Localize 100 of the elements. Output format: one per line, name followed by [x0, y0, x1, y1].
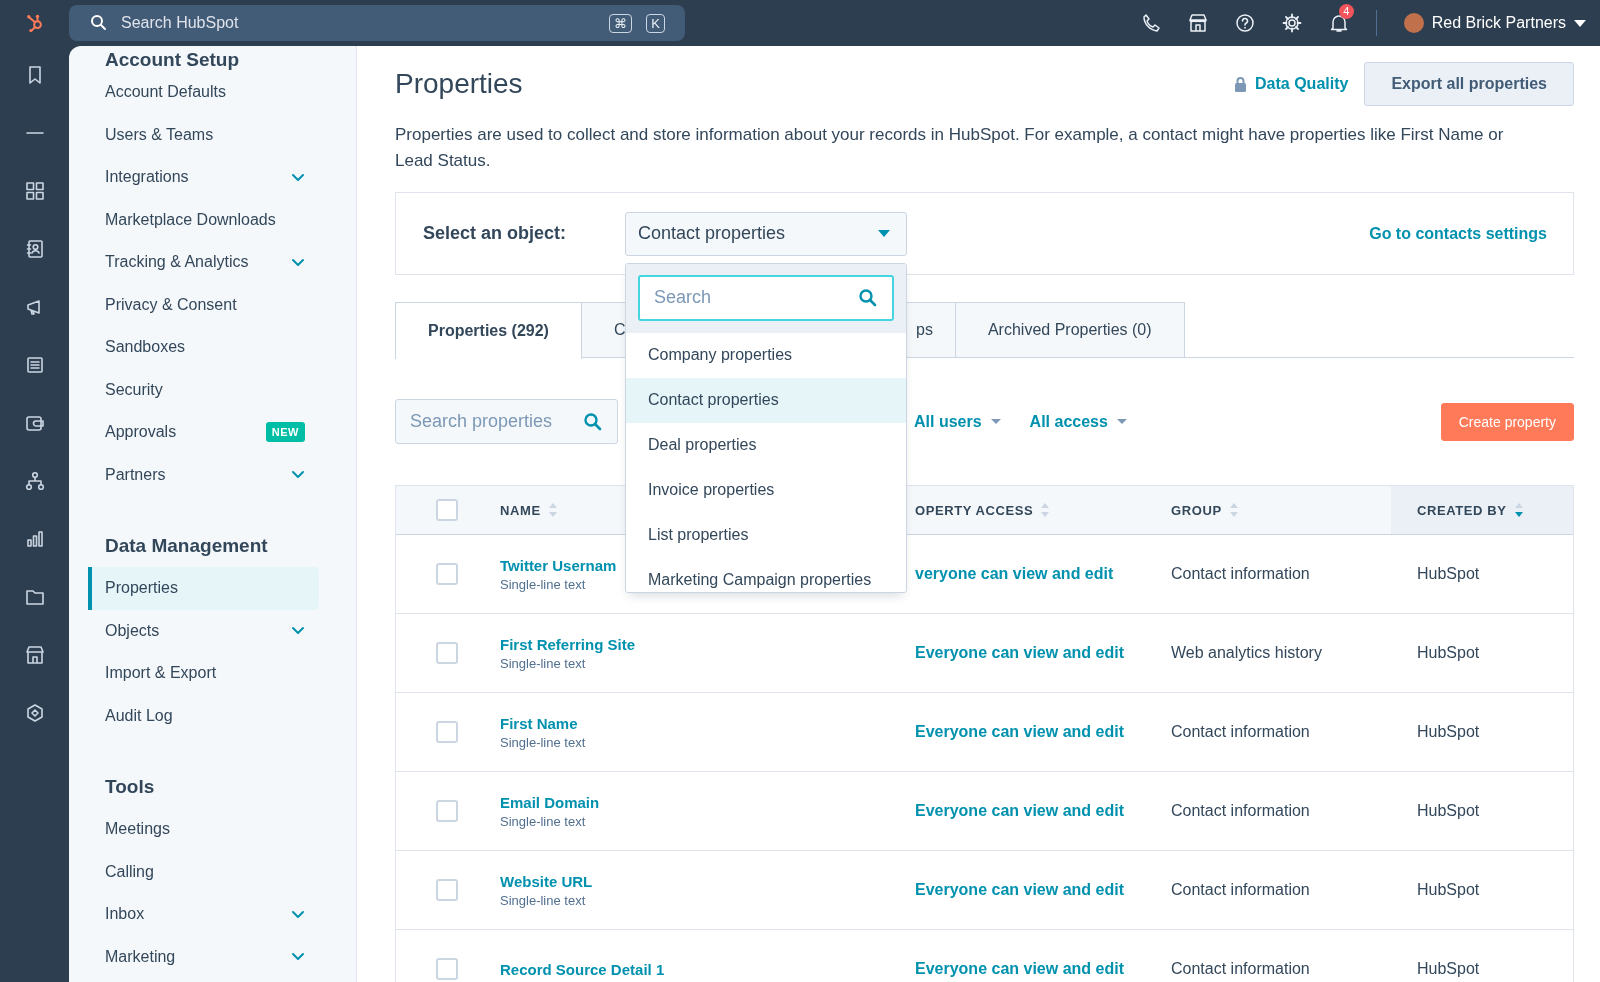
export-button[interactable]: Export all properties [1364, 62, 1574, 106]
sidebar-item[interactable]: Marketplace Downloads [88, 198, 319, 241]
search-bar[interactable]: Search HubSpot ⌘ K [69, 5, 685, 41]
checkbox[interactable] [436, 642, 458, 664]
filter-dropdown[interactable]: All access [1029, 412, 1128, 431]
network-icon[interactable] [24, 471, 45, 491]
account-menu[interactable]: Red Brick Partners [1403, 13, 1586, 33]
dropdown-option[interactable]: Invoice properties [626, 467, 906, 513]
phone-icon[interactable] [1140, 13, 1161, 33]
checkbox[interactable] [436, 499, 458, 521]
access-link[interactable]: Everyone can view and edit [915, 644, 1124, 661]
property-type: Single-line text [500, 892, 586, 908]
access-link[interactable]: veryone can view and edit [915, 565, 1114, 582]
shortcut-key: K [646, 13, 665, 33]
sidebar-item[interactable]: Security [88, 368, 319, 411]
column-header[interactable]: CREATED BY [1417, 502, 1507, 518]
access-link[interactable]: Everyone can view and edit [915, 960, 1124, 977]
table-cell: Web analytics history [1171, 644, 1322, 661]
bar-chart-icon[interactable] [24, 529, 45, 549]
property-name-link[interactable]: Twitter Usernam [500, 556, 617, 574]
checkbox[interactable] [436, 721, 458, 743]
search-box[interactable]: Search [638, 274, 894, 321]
store-icon[interactable] [24, 645, 45, 665]
grid-icon[interactable] [24, 181, 45, 201]
section-heading: Tools [104, 774, 156, 799]
section-heading: Account Setup [104, 48, 241, 71]
dropdown-option[interactable]: Marketing Campaign properties [626, 557, 906, 592]
table-cell: Contact information [1171, 723, 1310, 740]
table-cell: HubSpot [1417, 723, 1480, 740]
dropdown-option[interactable]: Company properties [626, 332, 906, 378]
column-header[interactable]: NAME [500, 502, 541, 518]
sidebar-item[interactable]: Audit Log [88, 694, 319, 737]
hexagon-icon[interactable] [24, 703, 45, 723]
search-field[interactable]: Search properties [408, 410, 583, 433]
data-quality-link[interactable]: Data Quality [1234, 75, 1349, 93]
tab[interactable]: Archived Properties (0) [954, 302, 1185, 357]
logo-icon[interactable] [24, 13, 45, 33]
object-select[interactable]: Contact properties [625, 211, 907, 256]
chevron-icon [291, 172, 305, 182]
sidebar-item[interactable]: Objects [88, 609, 319, 652]
document-icon[interactable] [24, 355, 45, 375]
sidebar-item[interactable]: Account Defaults [88, 71, 319, 114]
dropdown-option[interactable]: Deal properties [626, 422, 906, 468]
sidebar-item[interactable]: Import & Export [88, 652, 319, 695]
page-title: Properties [395, 68, 523, 100]
sort-icon[interactable] [1514, 503, 1523, 517]
caret-icon [878, 230, 890, 237]
wallet-icon[interactable] [24, 413, 45, 433]
property-name-link[interactable]: Record Source Detail 1 [500, 960, 665, 978]
access-link[interactable]: Everyone can view and edit [915, 881, 1124, 898]
property-name-link[interactable]: First Name [500, 714, 578, 732]
bell-icon[interactable] [1328, 13, 1349, 33]
sidebar-item[interactable]: Approvals NEW [88, 411, 319, 454]
sidebar-item[interactable]: Properties [88, 567, 319, 610]
sidebar-item[interactable]: Marketing [88, 935, 319, 978]
search-field[interactable]: Search HubSpot [119, 13, 596, 33]
access-link[interactable]: Everyone can view and edit [915, 802, 1124, 819]
sidebar-item[interactable]: Privacy & Consent [88, 283, 319, 326]
dropdown-option[interactable]: Contact properties [626, 377, 906, 423]
property-name-link[interactable]: Website URL [500, 872, 593, 890]
shortcut-key: ⌘ [609, 13, 633, 33]
sidebar-item[interactable]: Sandboxes [88, 326, 319, 369]
chevron-icon [291, 626, 305, 636]
property-name-link[interactable]: Email Domain [500, 793, 600, 811]
table-cell: HubSpot [1417, 960, 1480, 977]
property-name-link[interactable]: First Referring Site [500, 635, 636, 653]
settings-link[interactable]: Go to contacts settings [1369, 224, 1547, 243]
column-header[interactable]: OPERTY ACCESS [915, 502, 1034, 518]
dropdown-option[interactable]: List properties [626, 512, 906, 558]
sidebar-item[interactable]: Meetings [88, 808, 319, 851]
settings-icon[interactable] [1281, 13, 1302, 33]
contacts-icon[interactable] [24, 239, 45, 259]
tab[interactable]: Properties (292) [395, 302, 582, 359]
chevron-icon [291, 952, 305, 962]
property-type: Single-line text [500, 813, 586, 829]
property-type: Single-line text [500, 734, 586, 750]
filter-dropdown[interactable]: All users [914, 412, 1002, 431]
table-cell: HubSpot [1417, 565, 1480, 582]
avatar-icon [1403, 13, 1424, 33]
caret-icon [1574, 19, 1586, 27]
checkbox[interactable] [436, 958, 458, 980]
checkbox[interactable] [436, 879, 458, 901]
help-icon[interactable] [1234, 13, 1255, 33]
sidebar-item[interactable]: Tracking & Analytics [88, 241, 319, 284]
store-icon[interactable] [1187, 13, 1208, 33]
sidebar-item[interactable]: Calling [88, 850, 319, 893]
search-box[interactable]: Search properties [395, 399, 618, 444]
new-badge: NEW [265, 422, 305, 443]
folder-icon[interactable] [24, 587, 45, 607]
sidebar-item[interactable]: Users & Teams [88, 113, 319, 156]
checkbox[interactable] [436, 563, 458, 585]
access-link[interactable]: Everyone can view and edit [915, 723, 1124, 740]
property-type: Single-line text [500, 655, 586, 671]
table-cell: HubSpot [1417, 644, 1480, 661]
sidebar-item[interactable]: Inbox [88, 893, 319, 936]
column-header[interactable]: GROUP [1171, 502, 1222, 518]
table-cell: Contact information [1171, 802, 1310, 819]
sidebar-item[interactable]: Integrations [88, 156, 319, 199]
checkbox[interactable] [436, 800, 458, 822]
sidebar-item[interactable]: Partners [88, 453, 319, 496]
